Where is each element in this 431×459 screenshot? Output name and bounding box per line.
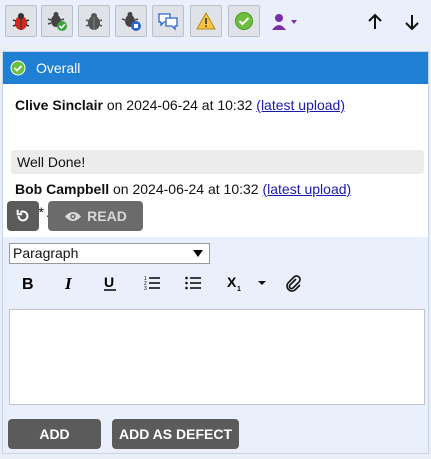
user-dropdown[interactable] [268, 8, 302, 36]
eye-icon [65, 211, 82, 221]
comment-header: Clive Sinclair on 2024-06-24 at 10:32 (l… [15, 97, 345, 113]
bug-assign-button[interactable] [115, 5, 147, 37]
read-label: READ [87, 208, 127, 224]
svg-text:3: 3 [144, 286, 147, 292]
comments-button[interactable] [152, 5, 184, 37]
overall-panel: Overall Clive Sinclair on 2024-06-24 at … [2, 51, 429, 454]
svg-text:U: U [104, 274, 114, 290]
bug-gray-button[interactable] [78, 5, 110, 37]
revert-button[interactable] [7, 201, 39, 231]
bold-button[interactable]: B [18, 273, 38, 293]
warning-icon [196, 11, 216, 30]
accept-button[interactable] [228, 5, 260, 37]
read-button[interactable]: READ [48, 201, 143, 231]
comment-message-box: Well Done! [11, 150, 424, 174]
svg-text:X: X [227, 274, 237, 290]
latest-upload-link[interactable]: (latest upload) [262, 181, 351, 197]
warning-button[interactable] [190, 5, 222, 37]
format-select-value: Paragraph [13, 245, 79, 261]
add-as-defect-label: ADD AS DEFECT [118, 426, 233, 442]
underline-button[interactable]: U [100, 273, 120, 293]
bug-gray-icon [85, 13, 103, 30]
bullet-list-button[interactable] [183, 273, 203, 293]
comments-icon [158, 13, 178, 31]
check-circle-icon [10, 60, 26, 76]
subscript-icon: X1 [227, 274, 241, 292]
comment-header: Bob Campbell on 2024-06-24 at 10:32 (lat… [15, 181, 351, 197]
panel-header[interactable]: Overall [3, 52, 428, 84]
ordered-list-button[interactable]: 1 2 3 [142, 273, 162, 293]
arrow-up-icon [368, 13, 382, 29]
bug-button[interactable] [5, 5, 37, 37]
add-label: ADD [39, 426, 70, 442]
add-button[interactable]: ADD [8, 419, 101, 449]
paperclip-icon [286, 275, 301, 292]
ordered-list-icon: 1 2 3 [144, 276, 160, 292]
italic-button[interactable]: I [59, 273, 79, 293]
svg-text:1: 1 [237, 286, 241, 292]
reply-editor: Paragraph B I U 1 2 3 X 1 ADD ADD AS DEF… [3, 237, 428, 449]
move-down-button[interactable] [398, 8, 426, 36]
script-dropdown[interactable] [255, 273, 269, 293]
attach-button[interactable] [283, 273, 303, 293]
comment-meta: on 2024-06-24 at 10:32 [109, 181, 263, 197]
move-up-button[interactable] [361, 8, 389, 36]
bold-icon: B [22, 276, 34, 292]
comment-textarea[interactable] [9, 309, 425, 405]
comment-author: Clive Sinclair [15, 97, 103, 113]
add-as-defect-button[interactable]: ADD AS DEFECT [112, 419, 239, 449]
arrow-down-icon [405, 15, 419, 31]
subscript-button[interactable]: X1 [225, 273, 245, 293]
format-select[interactable]: Paragraph [9, 243, 210, 264]
svg-text:B: B [22, 276, 34, 292]
bullet-list-icon [185, 276, 201, 290]
toolbar [0, 0, 431, 44]
comment-meta: on 2024-06-24 at 10:32 [102, 97, 257, 113]
bug-add-icon [47, 12, 67, 31]
chevron-down-icon [193, 250, 203, 257]
caret-down-icon [258, 281, 266, 285]
underline-icon: U [104, 274, 116, 291]
svg-text:I: I [64, 274, 73, 292]
latest-upload-link[interactable]: (latest upload) [256, 97, 345, 113]
user-dropdown-icon [272, 14, 297, 30]
comment-author: Bob Campbell [15, 181, 110, 197]
check-icon [235, 12, 253, 30]
bug-icon [12, 13, 30, 30]
italic-icon: I [64, 274, 73, 292]
bug-assign-icon [121, 12, 141, 31]
comment-message: Well Done! [17, 154, 86, 170]
undo-icon [16, 209, 29, 222]
panel-title: Overall [36, 60, 81, 76]
bug-add-button[interactable] [41, 5, 73, 37]
